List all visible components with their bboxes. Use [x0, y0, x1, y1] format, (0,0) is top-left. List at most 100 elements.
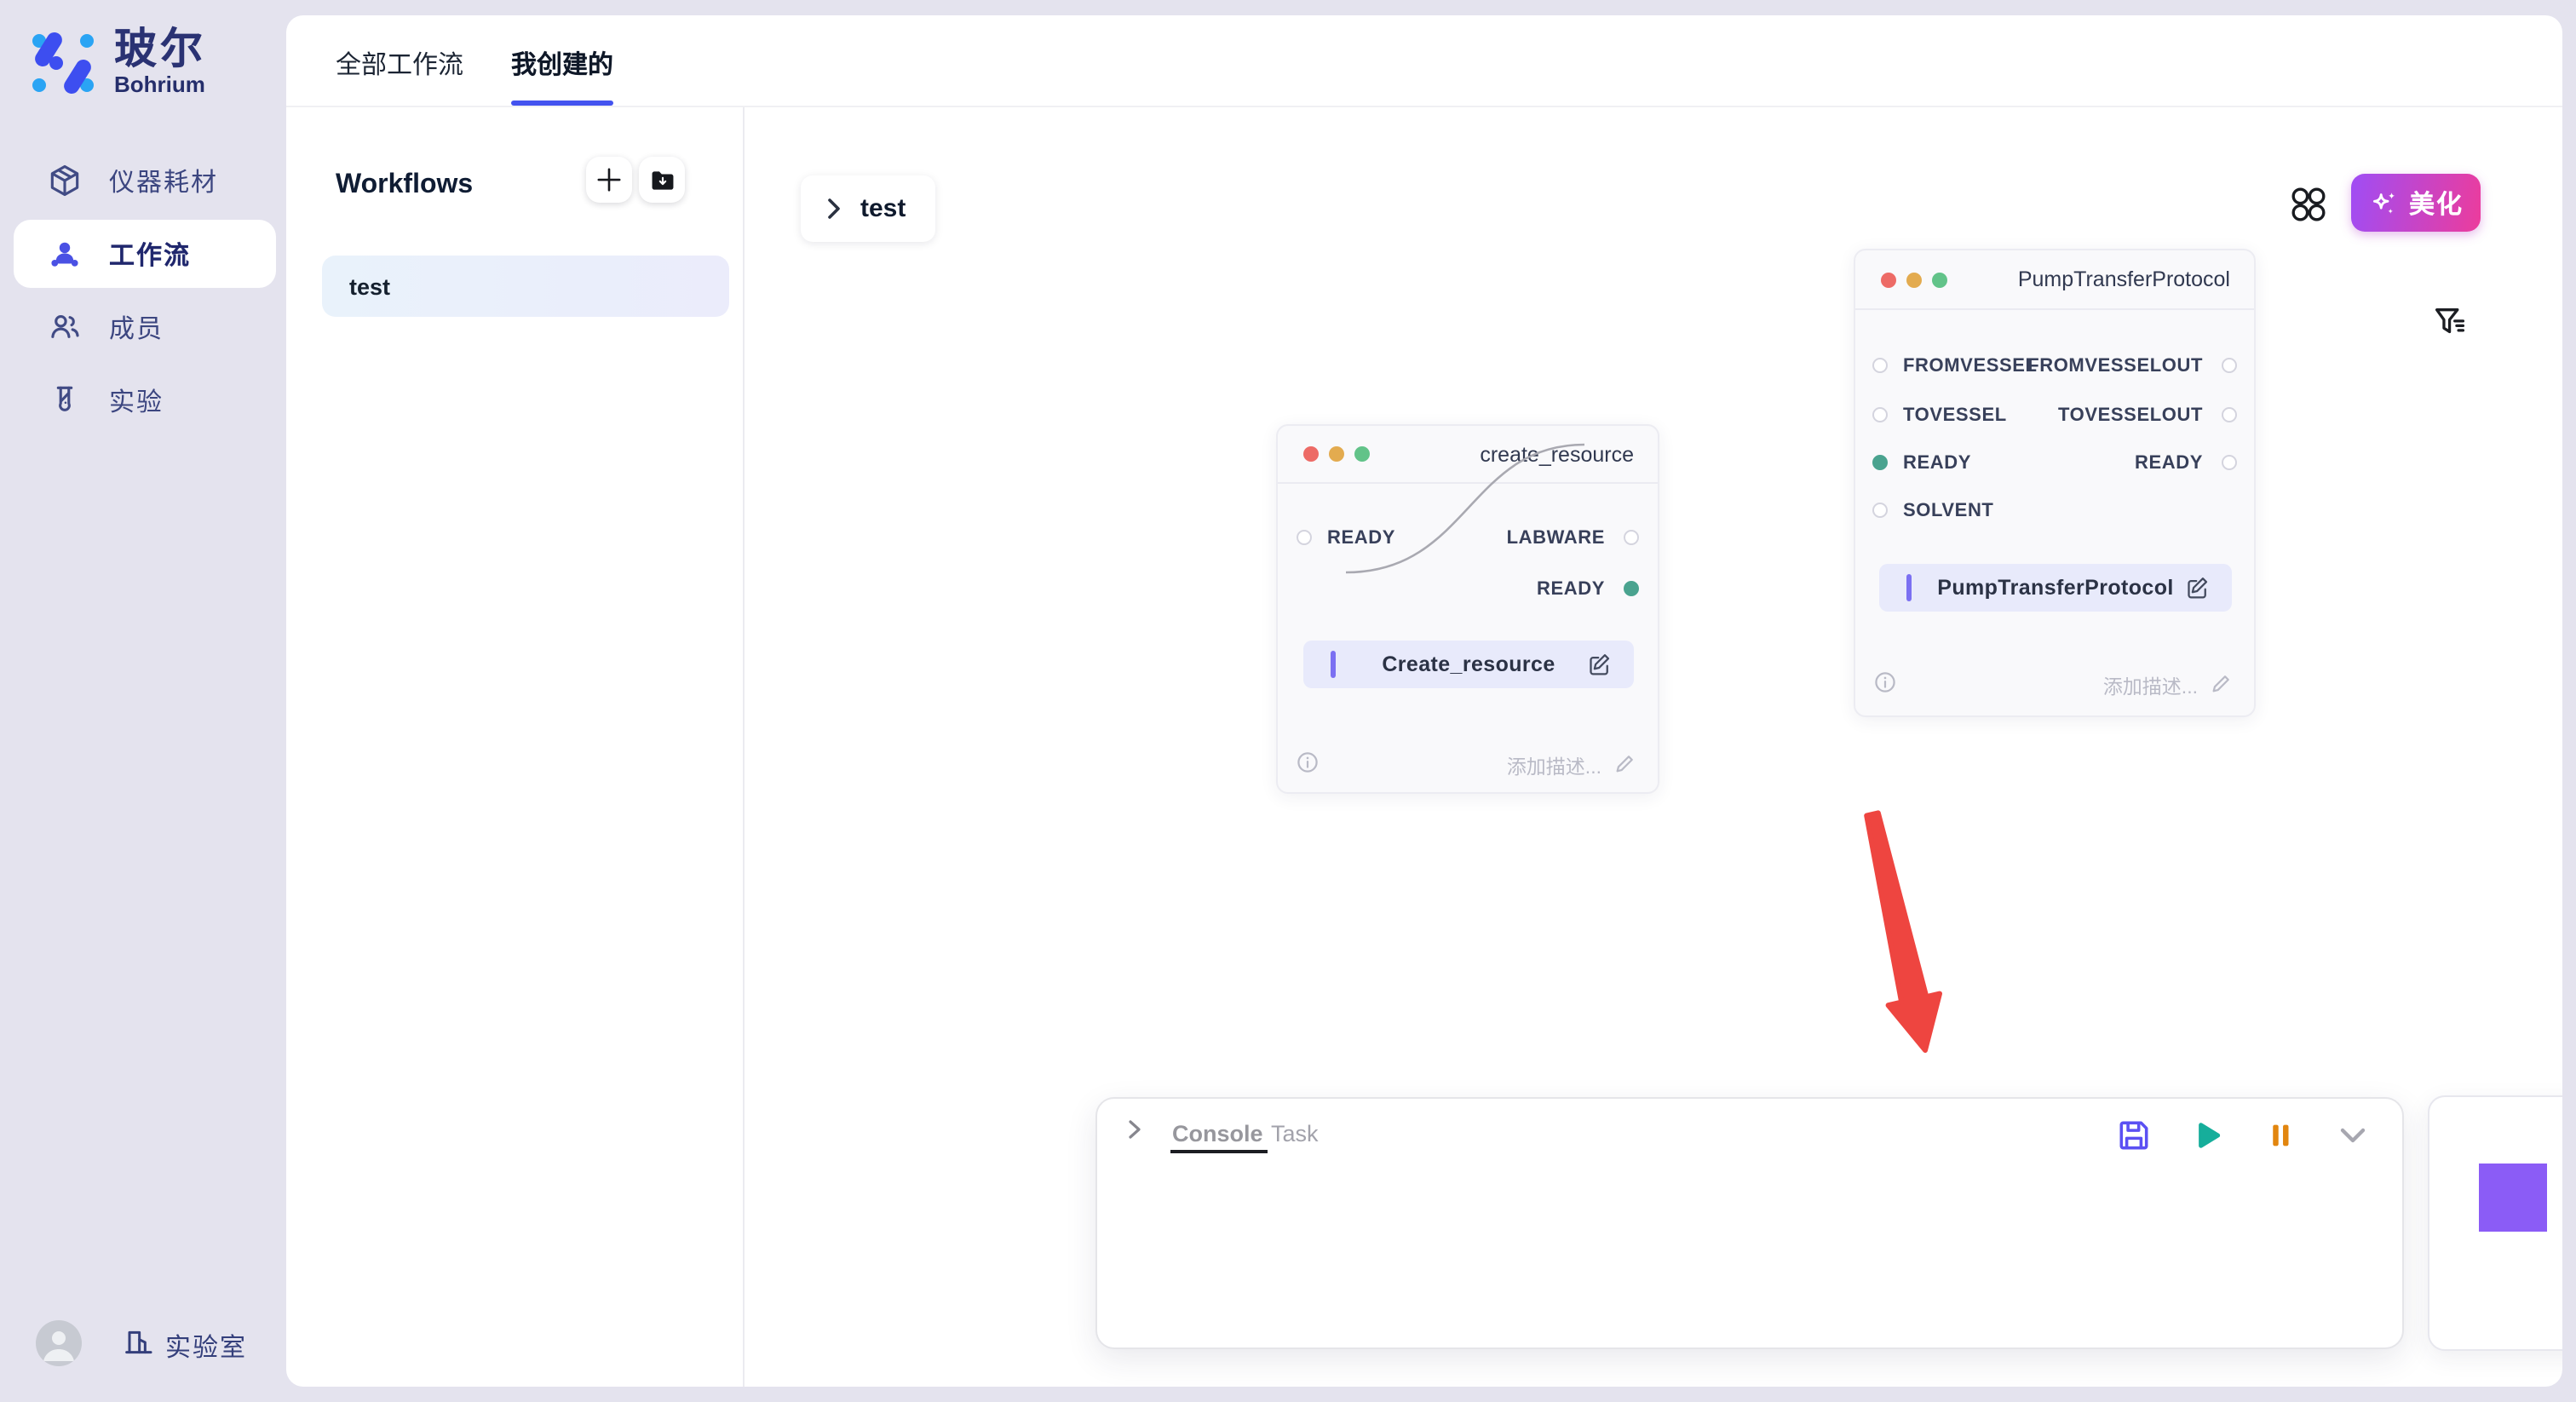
- port-row: READY READY: [1855, 448, 2254, 479]
- minimap-node: [2479, 1164, 2547, 1232]
- output-port-ready[interactable]: [1624, 581, 1639, 596]
- port-label: SOLVENT: [1903, 501, 1993, 521]
- logo: 玻尔 Bohrium: [27, 27, 206, 107]
- bohrium-logo-icon: [27, 27, 99, 107]
- workflow-item-label: test: [349, 273, 390, 299]
- node-header: PumpTransferProtocol: [1855, 250, 2254, 310]
- port-label: TOVESSEL: [1903, 405, 2007, 426]
- info-icon[interactable]: [1297, 751, 1319, 782]
- import-folder-button[interactable]: [639, 157, 685, 203]
- sidebar: 玻尔 Bohrium 仪器耗材: [0, 0, 286, 1402]
- beautify-label: 美化: [2409, 185, 2464, 221]
- sidebar-nav: 仪器耗材 工作流: [0, 141, 286, 440]
- beautify-button[interactable]: 美化: [2351, 174, 2481, 232]
- tab-created-by-me[interactable]: 我创建的: [511, 46, 613, 82]
- edit-icon[interactable]: [1588, 652, 1612, 685]
- input-port-ready[interactable]: [1297, 530, 1312, 545]
- port-row: TOVESSEL TOVESSELOUT: [1855, 400, 2254, 431]
- port-label: READY: [2135, 453, 2203, 474]
- node-footer: 添加描述...: [1278, 750, 1658, 780]
- node-create-resource[interactable]: create_resource READY LABWARE READY Crea…: [1276, 424, 1659, 794]
- description-placeholder[interactable]: 添加描述...: [2103, 673, 2198, 700]
- port-row: SOLVENT: [1855, 496, 2254, 526]
- header-tabbar: 全部工作流 我创建的: [286, 15, 2562, 107]
- building-icon: [121, 1325, 155, 1368]
- console-panel: Console Task: [1095, 1097, 2404, 1349]
- output-port-tovesselout[interactable]: [2222, 407, 2237, 422]
- save-icon[interactable]: [2114, 1116, 2152, 1153]
- traffic-dots-icon: [1303, 446, 1380, 462]
- sidebar-footer: 实验室: [0, 1320, 286, 1371]
- pause-icon[interactable]: [2261, 1116, 2298, 1153]
- description-placeholder[interactable]: 添加描述...: [1507, 753, 1601, 780]
- sidebar-item-label: 实验: [109, 382, 164, 418]
- lab-switcher[interactable]: 实验室: [121, 1325, 247, 1368]
- node-title: create_resource: [1480, 442, 1634, 466]
- sidebar-item-workflow[interactable]: 工作流: [14, 220, 276, 288]
- caret-bar: [1906, 574, 1912, 601]
- pencil-icon[interactable]: [2210, 673, 2232, 704]
- sidebar-item-instruments[interactable]: 仪器耗材: [0, 147, 286, 215]
- input-port-ready[interactable]: [1872, 455, 1888, 470]
- workflow-list-item-test[interactable]: test: [322, 256, 729, 317]
- minimap[interactable]: [2428, 1095, 2562, 1351]
- port-label: READY: [1327, 528, 1395, 549]
- node-action-button[interactable]: PumpTransferProtocol: [1879, 564, 2232, 612]
- pencil-icon[interactable]: [1613, 753, 1636, 784]
- edit-icon[interactable]: [2186, 576, 2210, 608]
- port-label: FROMVESSEL: [1903, 356, 2038, 376]
- port-label: READY: [1537, 579, 1605, 600]
- package-icon: [46, 162, 83, 199]
- traffic-dots-icon: [1881, 272, 1958, 287]
- input-port-fromvessel[interactable]: [1872, 358, 1888, 373]
- add-workflow-button[interactable]: [586, 157, 632, 203]
- logo-title: 玻尔: [114, 27, 206, 73]
- node-footer: 添加描述...: [1855, 669, 2254, 700]
- port-row: READY: [1278, 574, 1658, 605]
- sidebar-item-label: 成员: [109, 309, 164, 345]
- breadcrumb[interactable]: test: [801, 175, 935, 242]
- members-icon: [46, 308, 83, 346]
- command-palette-icon[interactable]: [2286, 182, 2331, 227]
- node-title: PumpTransferProtocol: [2018, 267, 2230, 291]
- output-port-labware[interactable]: [1624, 530, 1639, 545]
- input-port-tovessel[interactable]: [1872, 407, 1888, 422]
- workflow-canvas[interactable]: test 美化: [745, 107, 2562, 1387]
- input-port-solvent[interactable]: [1872, 503, 1888, 518]
- console-toolbar: [2079, 1116, 2372, 1153]
- avatar[interactable]: [36, 1320, 82, 1366]
- breadcrumb-label: test: [860, 194, 906, 223]
- caret-bar: [1331, 651, 1336, 678]
- node-header: create_resource: [1278, 426, 1658, 484]
- port-row: FROMVESSEL FROMVESSELOUT: [1855, 351, 2254, 382]
- info-icon[interactable]: [1874, 671, 1896, 702]
- workflows-title: Workflows: [336, 170, 473, 201]
- collapse-console-icon[interactable]: [2334, 1116, 2372, 1153]
- sidebar-item-label: 工作流: [109, 236, 191, 272]
- app-window: 玻尔 Bohrium 仪器耗材: [0, 0, 2576, 1402]
- output-port-fromvesselout[interactable]: [2222, 358, 2237, 373]
- port-row: READY LABWARE: [1278, 523, 1658, 554]
- tab-all-workflows[interactable]: 全部工作流: [336, 46, 463, 82]
- node-pump-transfer-protocol[interactable]: PumpTransferProtocol FROMVESSEL FROMVESS…: [1854, 249, 2256, 717]
- active-tab-underline: [511, 101, 613, 106]
- lab-label: 实验室: [165, 1329, 247, 1365]
- node-action-button[interactable]: Create_resource: [1303, 641, 1634, 688]
- logo-text: 玻尔 Bohrium: [114, 27, 206, 97]
- task-tab[interactable]: Task: [1271, 1121, 1319, 1146]
- main-panel: 全部工作流 我创建的 Workflows test: [286, 15, 2562, 1387]
- chevron-right-icon: [825, 196, 843, 221]
- console-tab-underline: [1170, 1150, 1268, 1153]
- node-action-label: Create_resource: [1382, 652, 1555, 676]
- expand-console-icon[interactable]: [1124, 1118, 1145, 1150]
- sidebar-item-members[interactable]: 成员: [0, 293, 286, 361]
- experiment-icon: [46, 382, 83, 419]
- console-tab[interactable]: Console: [1172, 1121, 1263, 1146]
- play-icon[interactable]: [2188, 1116, 2225, 1153]
- node-action-label: PumpTransferProtocol: [1937, 576, 2174, 600]
- sidebar-item-experiments[interactable]: 实验: [0, 366, 286, 434]
- output-port-ready[interactable]: [2222, 455, 2237, 470]
- filter-icon[interactable]: [2431, 303, 2469, 341]
- port-label: LABWARE: [1507, 528, 1605, 549]
- workflow-list-panel: Workflows test: [286, 107, 745, 1387]
